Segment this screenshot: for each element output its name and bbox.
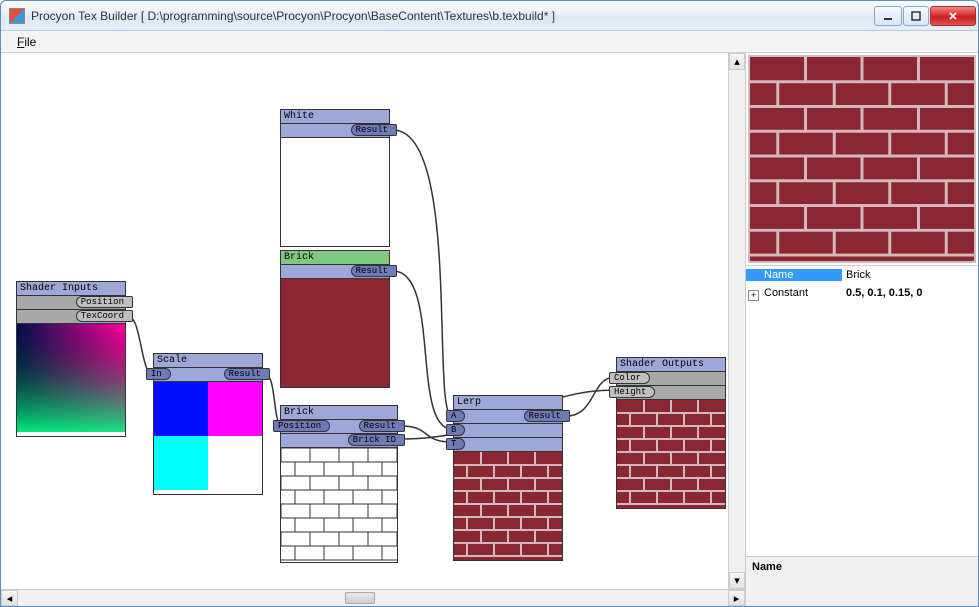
vertical-scrollbar[interactable]: ▴ ▾ <box>728 53 745 589</box>
node-title: White <box>281 110 389 124</box>
scroll-right-button[interactable]: ▸ <box>728 590 745 606</box>
port-result-out[interactable]: Result <box>524 410 570 422</box>
node-preview <box>281 138 389 246</box>
port-result-out[interactable]: Result <box>224 368 270 380</box>
scroll-down-button[interactable]: ▾ <box>729 572 745 589</box>
app-icon <box>9 8 25 24</box>
brick-preview-image <box>748 55 976 263</box>
node-title: Brick <box>281 251 389 265</box>
node-lerp[interactable]: Lerp A Result B T <box>453 395 563 561</box>
port-t-in[interactable]: T <box>446 438 465 450</box>
node-preview <box>17 324 125 432</box>
window-title: Procyon Tex Builder [ D:\programming\sou… <box>31 9 873 23</box>
port-row: Brick ID <box>281 434 397 448</box>
port-texcoord-out[interactable]: TexCoord <box>76 310 133 322</box>
description-header: Name <box>752 561 972 573</box>
node-preview <box>617 400 725 508</box>
port-row: T <box>454 438 562 452</box>
window-buttons <box>873 6 976 26</box>
property-row-constant[interactable]: + Constant 0.5, 0.1, 0.15, 0 <box>746 284 978 302</box>
description-pane: Name <box>746 556 978 606</box>
close-button[interactable] <box>930 6 976 26</box>
scroll-left-button[interactable]: ◂ <box>1 590 18 606</box>
port-result-out[interactable]: Result <box>351 124 397 136</box>
port-in[interactable]: In <box>146 368 171 380</box>
scroll-thumb[interactable] <box>345 592 375 604</box>
node-canvas[interactable]: Shader Inputs Position TexCoord <box>1 53 745 606</box>
output-preview <box>746 53 978 265</box>
scroll-up-button[interactable]: ▴ <box>729 53 745 70</box>
app-window: Procyon Tex Builder [ D:\programming\sou… <box>0 0 979 607</box>
main-area: Shader Inputs Position TexCoord <box>1 53 978 606</box>
port-row: Color <box>617 372 725 386</box>
port-row: TexCoord <box>17 310 125 324</box>
node-title: Lerp <box>454 396 562 410</box>
node-white[interactable]: White Result <box>280 109 390 247</box>
property-value[interactable]: Brick <box>842 269 978 281</box>
property-row-name[interactable]: Name Brick <box>746 266 978 284</box>
node-brick-color[interactable]: Brick Result <box>280 250 390 388</box>
property-label: + Constant <box>746 287 842 299</box>
node-shader-outputs[interactable]: Shader Outputs Color Height <box>616 357 726 509</box>
port-color-in[interactable]: Color <box>609 372 650 384</box>
property-value[interactable]: 0.5, 0.1, 0.15, 0 <box>842 287 978 299</box>
minimize-button[interactable] <box>874 6 902 26</box>
node-scale[interactable]: Scale In Result <box>153 353 263 495</box>
port-result-out[interactable]: Result <box>351 265 397 277</box>
port-row: Result <box>281 124 389 138</box>
node-title: Scale <box>154 354 262 368</box>
node-preview <box>454 452 562 560</box>
scroll-track[interactable] <box>18 590 728 606</box>
port-b-in[interactable]: B <box>446 424 465 436</box>
port-row: Position <box>17 296 125 310</box>
port-row: Height <box>617 386 725 400</box>
port-a-in[interactable]: A <box>446 410 465 422</box>
node-preview <box>281 279 389 387</box>
node-title: Brick <box>281 406 397 420</box>
port-height-in[interactable]: Height <box>609 386 655 398</box>
property-grid[interactable]: Name Brick + Constant 0.5, 0.1, 0.15, 0 <box>746 265 978 556</box>
menubar: File <box>1 31 978 53</box>
port-brickid-out[interactable]: Brick ID <box>348 434 405 446</box>
canvas-wrap: Shader Inputs Position TexCoord <box>1 53 746 606</box>
side-panel: Name Brick + Constant 0.5, 0.1, 0.15, 0 … <box>746 53 978 606</box>
expand-icon[interactable]: + <box>748 290 759 301</box>
port-row: Position Result <box>281 420 397 434</box>
port-row: B <box>454 424 562 438</box>
port-row: In Result <box>154 368 262 382</box>
titlebar[interactable]: Procyon Tex Builder [ D:\programming\sou… <box>1 1 978 31</box>
node-shader-inputs[interactable]: Shader Inputs Position TexCoord <box>16 281 126 437</box>
port-row: A Result <box>454 410 562 424</box>
node-title: Shader Outputs <box>617 358 725 372</box>
port-position-in[interactable]: Position <box>273 420 330 432</box>
node-title: Shader Inputs <box>17 282 125 296</box>
node-brick-pattern[interactable]: Brick Position Result Brick ID <box>280 405 398 563</box>
menu-file[interactable]: File <box>9 33 44 51</box>
node-preview <box>154 382 262 490</box>
port-result-out[interactable]: Result <box>359 420 405 432</box>
maximize-button[interactable] <box>903 6 929 26</box>
horizontal-scrollbar[interactable]: ◂ ▸ <box>1 589 745 606</box>
property-label: Name <box>746 269 842 281</box>
port-position-out[interactable]: Position <box>76 296 133 308</box>
port-row: Result <box>281 265 389 279</box>
node-preview <box>281 448 397 562</box>
